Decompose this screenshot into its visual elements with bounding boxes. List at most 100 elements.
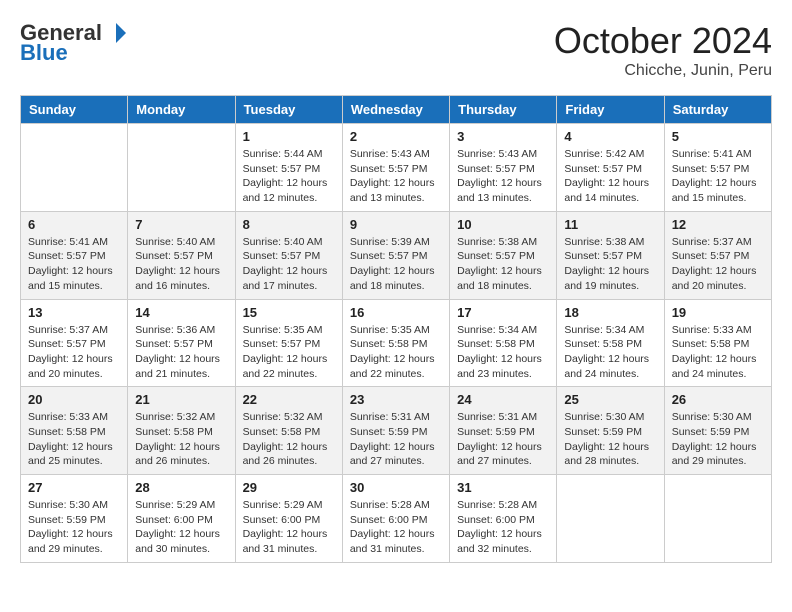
calendar-cell: 12 Sunrise: 5:37 AM Sunset: 5:57 PM Dayli… xyxy=(664,211,771,299)
calendar-cell: 4 Sunrise: 5:42 AM Sunset: 5:57 PM Daylig… xyxy=(557,124,664,212)
day-info: Sunrise: 5:34 AM Sunset: 5:58 PM Dayligh… xyxy=(564,323,656,382)
day-info: Sunrise: 5:42 AM Sunset: 5:57 PM Dayligh… xyxy=(564,147,656,206)
calendar-cell: 31 Sunrise: 5:28 AM Sunset: 6:00 PM Dayli… xyxy=(450,475,557,563)
day-info: Sunrise: 5:30 AM Sunset: 5:59 PM Dayligh… xyxy=(564,410,656,469)
day-number: 3 xyxy=(457,129,549,144)
calendar-cell: 17 Sunrise: 5:34 AM Sunset: 5:58 PM Dayli… xyxy=(450,299,557,387)
day-number: 29 xyxy=(243,480,335,495)
calendar-cell: 30 Sunrise: 5:28 AM Sunset: 6:00 PM Dayli… xyxy=(342,475,449,563)
day-info: Sunrise: 5:41 AM Sunset: 5:57 PM Dayligh… xyxy=(28,235,120,294)
day-number: 30 xyxy=(350,480,442,495)
day-info: Sunrise: 5:31 AM Sunset: 5:59 PM Dayligh… xyxy=(350,410,442,469)
day-number: 7 xyxy=(135,217,227,232)
calendar-cell: 29 Sunrise: 5:29 AM Sunset: 6:00 PM Dayli… xyxy=(235,475,342,563)
calendar-cell: 15 Sunrise: 5:35 AM Sunset: 5:57 PM Dayli… xyxy=(235,299,342,387)
logo-blue-text: Blue xyxy=(20,40,68,66)
day-info: Sunrise: 5:40 AM Sunset: 5:57 PM Dayligh… xyxy=(243,235,335,294)
day-info: Sunrise: 5:38 AM Sunset: 5:57 PM Dayligh… xyxy=(457,235,549,294)
day-number: 1 xyxy=(243,129,335,144)
day-number: 13 xyxy=(28,305,120,320)
day-info: Sunrise: 5:36 AM Sunset: 5:57 PM Dayligh… xyxy=(135,323,227,382)
day-info: Sunrise: 5:41 AM Sunset: 5:57 PM Dayligh… xyxy=(672,147,764,206)
col-friday: Friday xyxy=(557,96,664,124)
calendar-cell: 6Sunrise: 5:41 AM Sunset: 5:57 PM Daylig… xyxy=(21,211,128,299)
calendar-cell: 23 Sunrise: 5:31 AM Sunset: 5:59 PM Dayli… xyxy=(342,387,449,475)
calendar-cell: 7 Sunrise: 5:40 AM Sunset: 5:57 PM Daylig… xyxy=(128,211,235,299)
calendar-cell: 26 Sunrise: 5:30 AM Sunset: 5:59 PM Dayli… xyxy=(664,387,771,475)
calendar-cell: 18 Sunrise: 5:34 AM Sunset: 5:58 PM Dayli… xyxy=(557,299,664,387)
calendar-cell: 20Sunrise: 5:33 AM Sunset: 5:58 PM Dayli… xyxy=(21,387,128,475)
day-number: 15 xyxy=(243,305,335,320)
calendar-cell: 13 Sunrise: 5:37 AM Sunset: 5:57 PM Dayli… xyxy=(21,299,128,387)
day-info: Sunrise: 5:33 AM Sunset: 5:58 PM Dayligh… xyxy=(672,323,764,382)
day-number: 19 xyxy=(672,305,764,320)
day-number: 21 xyxy=(135,392,227,407)
calendar-week-2: 6Sunrise: 5:41 AM Sunset: 5:57 PM Daylig… xyxy=(21,211,772,299)
day-number: 17 xyxy=(457,305,549,320)
page-header: General Blue October 2024 Chicche, Junin… xyxy=(20,20,772,80)
calendar-cell: 22Sunrise: 5:32 AM Sunset: 5:58 PM Dayli… xyxy=(235,387,342,475)
col-monday: Monday xyxy=(128,96,235,124)
day-info: Sunrise: 5:29 AM Sunset: 6:00 PM Dayligh… xyxy=(135,498,227,557)
day-info: Sunrise: 5:37 AM Sunset: 5:57 PM Dayligh… xyxy=(28,323,120,382)
col-saturday: Saturday xyxy=(664,96,771,124)
col-sunday: Sunday xyxy=(21,96,128,124)
day-info: Sunrise: 5:28 AM Sunset: 6:00 PM Dayligh… xyxy=(457,498,549,557)
calendar: Sunday Monday Tuesday Wednesday Thursday… xyxy=(20,95,772,563)
day-info: Sunrise: 5:38 AM Sunset: 5:57 PM Dayligh… xyxy=(564,235,656,294)
col-thursday: Thursday xyxy=(450,96,557,124)
calendar-cell: 25 Sunrise: 5:30 AM Sunset: 5:59 PM Dayli… xyxy=(557,387,664,475)
day-info: Sunrise: 5:39 AM Sunset: 5:57 PM Dayligh… xyxy=(350,235,442,294)
day-info: Sunrise: 5:43 AM Sunset: 5:57 PM Dayligh… xyxy=(457,147,549,206)
day-info: Sunrise: 5:30 AM Sunset: 5:59 PM Dayligh… xyxy=(28,498,120,557)
day-info: Sunrise: 5:37 AM Sunset: 5:57 PM Dayligh… xyxy=(672,235,764,294)
day-number: 5 xyxy=(672,129,764,144)
calendar-cell: 24Sunrise: 5:31 AM Sunset: 5:59 PM Dayli… xyxy=(450,387,557,475)
day-info: Sunrise: 5:30 AM Sunset: 5:59 PM Dayligh… xyxy=(672,410,764,469)
day-info: Sunrise: 5:34 AM Sunset: 5:58 PM Dayligh… xyxy=(457,323,549,382)
calendar-cell: 21 Sunrise: 5:32 AM Sunset: 5:58 PM Dayli… xyxy=(128,387,235,475)
day-info: Sunrise: 5:32 AM Sunset: 5:58 PM Dayligh… xyxy=(243,410,335,469)
day-number: 18 xyxy=(564,305,656,320)
calendar-cell: 5 Sunrise: 5:41 AM Sunset: 5:57 PM Daylig… xyxy=(664,124,771,212)
calendar-cell: 2Sunrise: 5:43 AM Sunset: 5:57 PM Daylig… xyxy=(342,124,449,212)
calendar-cell: 16Sunrise: 5:35 AM Sunset: 5:58 PM Dayli… xyxy=(342,299,449,387)
day-number: 26 xyxy=(672,392,764,407)
logo: General Blue xyxy=(20,20,128,66)
day-number: 4 xyxy=(564,129,656,144)
day-number: 14 xyxy=(135,305,227,320)
day-number: 31 xyxy=(457,480,549,495)
day-info: Sunrise: 5:29 AM Sunset: 6:00 PM Dayligh… xyxy=(243,498,335,557)
day-number: 10 xyxy=(457,217,549,232)
day-number: 27 xyxy=(28,480,120,495)
day-number: 20 xyxy=(28,392,120,407)
calendar-cell xyxy=(128,124,235,212)
calendar-cell: 19 Sunrise: 5:33 AM Sunset: 5:58 PM Dayli… xyxy=(664,299,771,387)
calendar-cell: 27 Sunrise: 5:30 AM Sunset: 5:59 PM Dayli… xyxy=(21,475,128,563)
calendar-week-3: 13 Sunrise: 5:37 AM Sunset: 5:57 PM Dayli… xyxy=(21,299,772,387)
calendar-week-4: 20Sunrise: 5:33 AM Sunset: 5:58 PM Dayli… xyxy=(21,387,772,475)
calendar-cell: 28Sunrise: 5:29 AM Sunset: 6:00 PM Dayli… xyxy=(128,475,235,563)
calendar-header-row: Sunday Monday Tuesday Wednesday Thursday… xyxy=(21,96,772,124)
day-info: Sunrise: 5:31 AM Sunset: 5:59 PM Dayligh… xyxy=(457,410,549,469)
day-info: Sunrise: 5:44 AM Sunset: 5:57 PM Dayligh… xyxy=(243,147,335,206)
col-tuesday: Tuesday xyxy=(235,96,342,124)
calendar-cell: 14 Sunrise: 5:36 AM Sunset: 5:57 PM Dayli… xyxy=(128,299,235,387)
calendar-cell xyxy=(21,124,128,212)
day-info: Sunrise: 5:40 AM Sunset: 5:57 PM Dayligh… xyxy=(135,235,227,294)
col-wednesday: Wednesday xyxy=(342,96,449,124)
calendar-week-5: 27 Sunrise: 5:30 AM Sunset: 5:59 PM Dayli… xyxy=(21,475,772,563)
day-info: Sunrise: 5:35 AM Sunset: 5:57 PM Dayligh… xyxy=(243,323,335,382)
day-number: 12 xyxy=(672,217,764,232)
calendar-cell: 10 Sunrise: 5:38 AM Sunset: 5:57 PM Dayli… xyxy=(450,211,557,299)
location: Chicche, Junin, Peru xyxy=(554,62,772,80)
day-number: 23 xyxy=(350,392,442,407)
day-number: 16 xyxy=(350,305,442,320)
day-number: 8 xyxy=(243,217,335,232)
day-info: Sunrise: 5:32 AM Sunset: 5:58 PM Dayligh… xyxy=(135,410,227,469)
calendar-cell: 3 Sunrise: 5:43 AM Sunset: 5:57 PM Daylig… xyxy=(450,124,557,212)
day-number: 25 xyxy=(564,392,656,407)
calendar-cell: 1 Sunrise: 5:44 AM Sunset: 5:57 PM Daylig… xyxy=(235,124,342,212)
logo-icon xyxy=(104,21,128,45)
day-info: Sunrise: 5:28 AM Sunset: 6:00 PM Dayligh… xyxy=(350,498,442,557)
